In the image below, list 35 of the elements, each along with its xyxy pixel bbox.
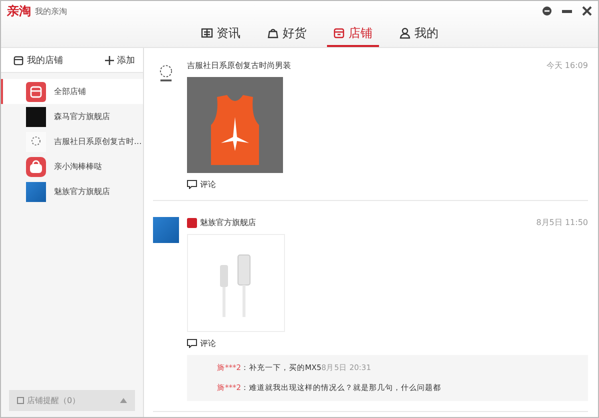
caret-up-icon	[120, 398, 127, 403]
bag-icon	[266, 27, 278, 39]
comment-button[interactable]: 评论	[187, 338, 216, 349]
shop-icon	[26, 82, 46, 102]
shop-list-item[interactable]: 魅族官方旗舰店	[1, 179, 143, 204]
post-time: 今天 16:09	[546, 60, 588, 71]
comment-button[interactable]: 评论	[187, 179, 216, 190]
post-time: 8月5日 11:50	[536, 217, 588, 228]
shop-icon	[332, 27, 344, 39]
nav-tab[interactable]: 资讯	[194, 21, 246, 47]
plus-icon	[105, 56, 114, 64]
comment-icon	[187, 180, 197, 189]
nav-tab[interactable]: 店铺	[326, 21, 378, 47]
sidebar-title: 我的店铺	[27, 54, 63, 66]
shop-list-item[interactable]: 亲小淘棒棒哒	[1, 154, 143, 179]
app-logo: 亲淘	[7, 2, 31, 20]
window-title: 我的亲淘	[35, 6, 67, 16]
comment-icon	[187, 339, 197, 348]
shop-logo	[26, 182, 46, 202]
shop-logo	[26, 106, 46, 126]
add-button[interactable]: 添加	[105, 54, 135, 66]
shop-name[interactable]: 魅族官方旗舰店	[200, 217, 256, 228]
shop-list-item[interactable]: 吉服社日系原创复古时...	[1, 129, 143, 154]
shop-name[interactable]: 吉服社日系原创复古时尚男装	[187, 60, 291, 71]
news-icon	[200, 27, 212, 39]
bag-icon	[26, 156, 46, 176]
shop-list-item[interactable]: 森马官方旗舰店	[1, 104, 143, 129]
shop-list-item[interactable]: 全部店铺	[1, 79, 143, 104]
user-icon	[398, 27, 410, 39]
shop-icon	[13, 54, 24, 66]
minimize-icon[interactable]	[562, 10, 572, 12]
shop-avatar	[153, 217, 179, 243]
nav-tab[interactable]: 我的	[392, 21, 444, 47]
close-icon[interactable]	[582, 6, 592, 16]
nav-tab[interactable]: 好货	[260, 21, 312, 47]
